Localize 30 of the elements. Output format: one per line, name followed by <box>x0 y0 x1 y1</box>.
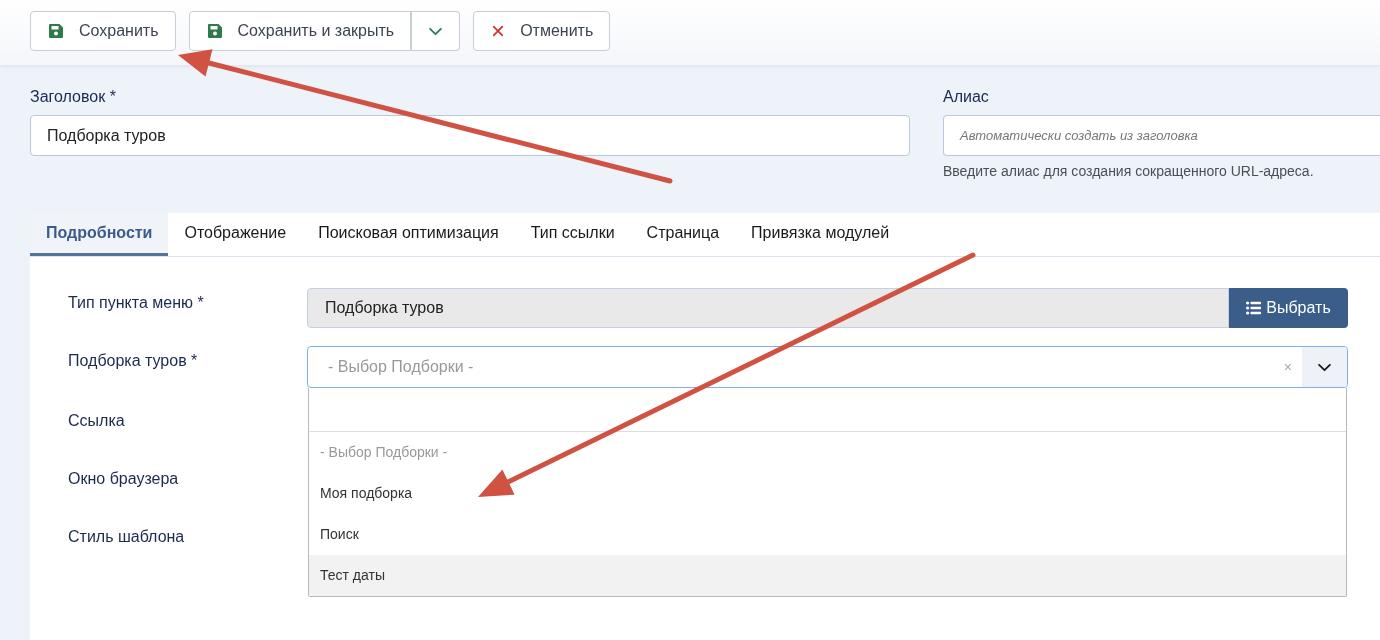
help-text: Введите алиас для создания сокращенного URL-адреса. <box>943 162 1315 180</box>
select-button[interactable]: Выбрать <box>1229 288 1348 328</box>
field-label: Стиль шаблона <box>68 527 186 547</box>
tab[interactable]: Отображение <box>168 213 303 256</box>
alias-input[interactable]: Автоматически создать из заголовка <box>943 115 1380 156</box>
field-label: Алиас <box>943 87 990 107</box>
tab[interactable]: Привязка модулей <box>735 213 906 256</box>
dropdown-option[interactable]: Поиск <box>309 514 1346 555</box>
dropdown-option[interactable]: Тест даты <box>309 555 1346 596</box>
dropdown-option[interactable]: Моя подборка <box>309 473 1346 514</box>
field-label: Тип пункта меню * <box>68 293 205 313</box>
chevron-down-icon <box>427 26 443 36</box>
list-icon <box>1246 301 1262 315</box>
cross-icon <box>492 25 505 37</box>
tab[interactable]: Тип ссылки <box>514 213 631 256</box>
tab[interactable]: Страница <box>630 213 736 256</box>
field-label: Заголовок * <box>30 87 117 107</box>
cancel-button[interactable]: Отменить <box>473 11 611 51</box>
field-label: Подборка туров * <box>68 351 199 371</box>
menu-type-field: Подборка туров <box>307 288 1229 328</box>
tab[interactable]: Подробности <box>30 213 169 256</box>
chevron-down-icon <box>1317 362 1332 372</box>
dropdown-toggle-button[interactable] <box>1302 347 1347 387</box>
field-label: Ссылка <box>68 411 126 431</box>
tab[interactable]: Поисковая оптимизация <box>302 213 515 256</box>
field-label: Окно браузера <box>68 469 180 489</box>
save-button[interactable]: Сохранить <box>30 11 176 51</box>
save-and-close-button[interactable]: Сохранить и закрыть <box>188 11 412 51</box>
title-input[interactable]: Подборка туров <box>30 115 910 156</box>
dropdown-toggle-button[interactable] <box>411 11 461 51</box>
